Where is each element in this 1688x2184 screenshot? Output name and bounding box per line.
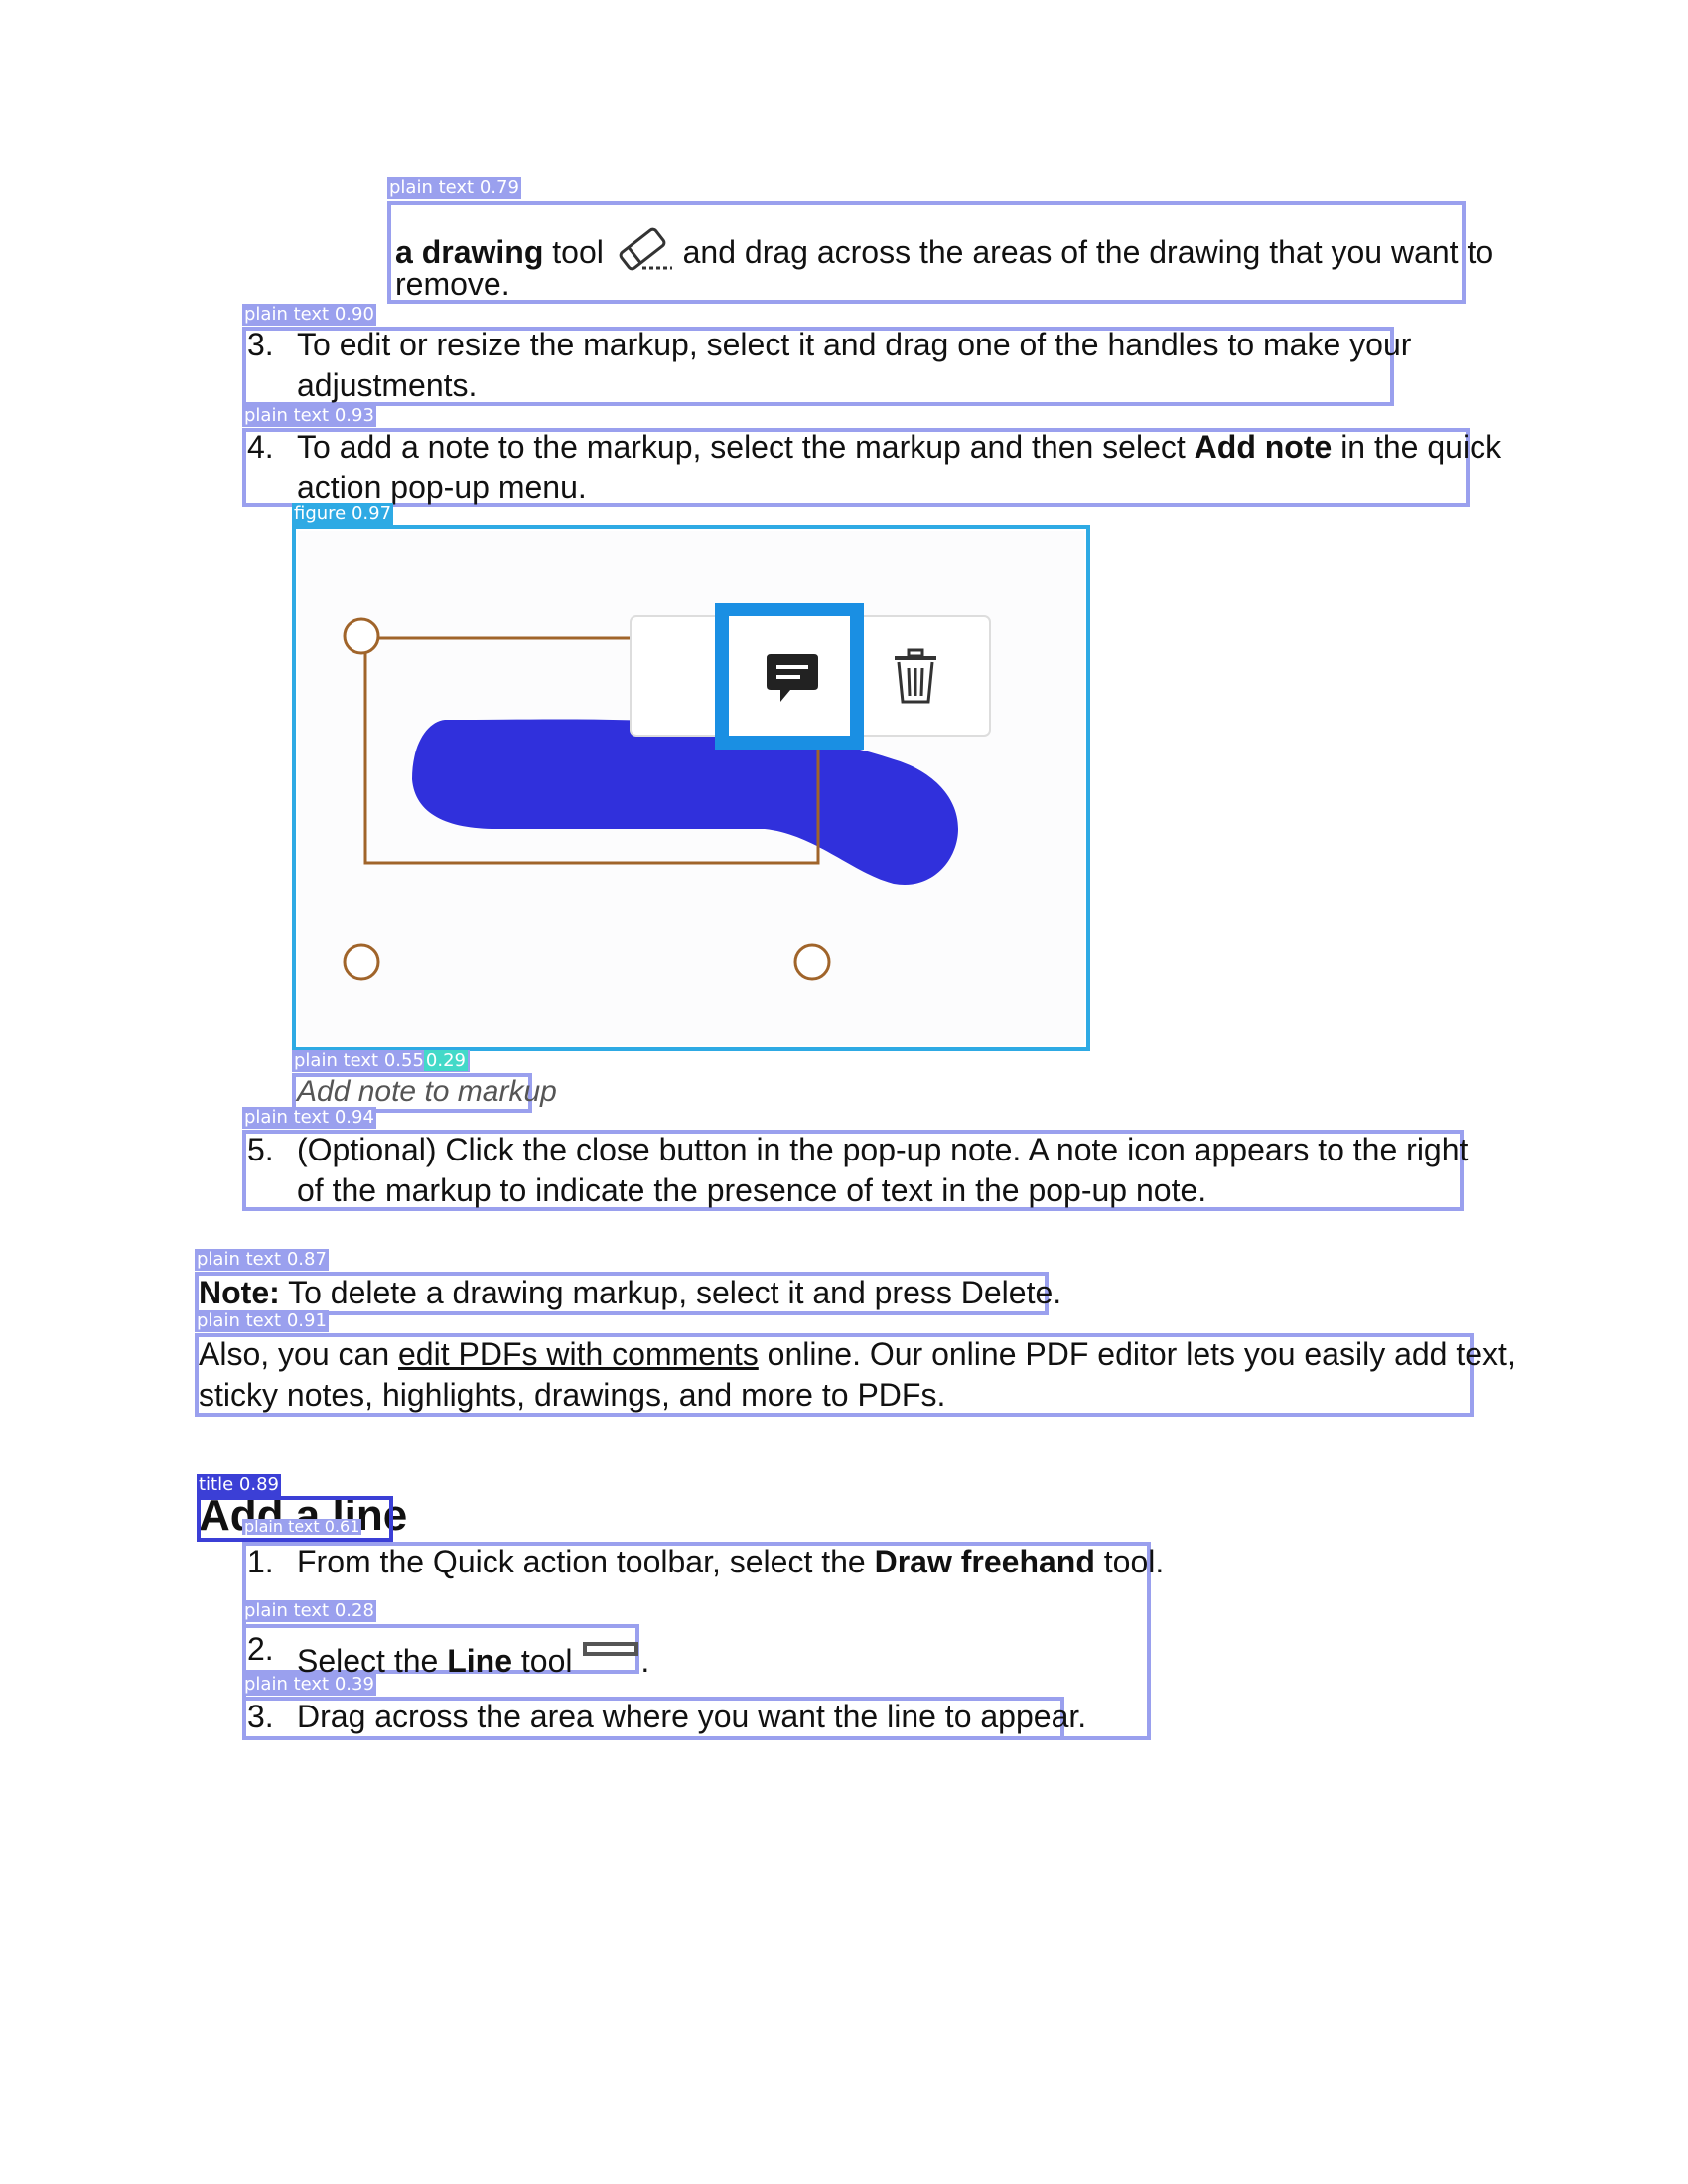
- edit-pdfs-link[interactable]: edit PDFs with comments: [398, 1336, 759, 1372]
- note-text: To delete a drawing markup, select it an…: [279, 1275, 1062, 1310]
- step-5-line2: of the markup to indicate the presence o…: [297, 1172, 1207, 1208]
- step-4-post: in the quick: [1332, 429, 1502, 465]
- also-line2: sticky notes, highlights, drawings, and …: [199, 1377, 946, 1413]
- step-4-line1: To add a note to the markup, select the …: [297, 427, 1501, 468]
- drawing-tool-pre: tool: [543, 234, 604, 270]
- markup-figure: [298, 531, 1084, 1045]
- step-number: 3.: [247, 1699, 274, 1734]
- detection-label: plain text 0.94: [242, 1107, 376, 1129]
- resize-handle: [793, 943, 831, 981]
- step-5-line1: (Optional) Click the close button in the…: [297, 1132, 1469, 1167]
- also-line1: Also, you can edit PDFs with comments on…: [199, 1334, 1516, 1375]
- step-number: 3.: [247, 327, 274, 362]
- detection-label: plain text 0.61: [242, 1517, 362, 1536]
- detection-label: plain text 0.28: [242, 1600, 376, 1622]
- detection-label: plain text 0.90: [242, 304, 376, 326]
- step-3-line2: adjustments.: [297, 367, 478, 403]
- detection-label-extra: 0.29: [423, 1050, 468, 1071]
- drawing-tool-line2: remove.: [395, 266, 510, 302]
- step-4-pre: To add a note to the markup, select the …: [297, 429, 1195, 465]
- draw-freehand-bold: Draw freehand: [874, 1544, 1095, 1579]
- step-4-line2: action pop-up menu.: [297, 470, 587, 505]
- add-note-bold: Add note: [1194, 429, 1333, 465]
- detection-label: plain text 0.91: [195, 1310, 329, 1332]
- resize-handle: [343, 617, 380, 655]
- also-post: online. Our online PDF editor lets you e…: [758, 1336, 1516, 1372]
- comment-icon[interactable]: [765, 648, 820, 708]
- step-number: 2.: [247, 1631, 274, 1667]
- line-step-1: From the Quick action toolbar, select th…: [297, 1542, 1164, 1582]
- drawing-tool-line: a drawing tool and drag across the areas…: [395, 223, 1493, 273]
- line-bold: Line: [447, 1643, 512, 1679]
- line-step-3: Drag across the area where you want the …: [297, 1699, 1087, 1734]
- detection-label: plain text 0.55 0.29: [292, 1050, 470, 1072]
- step-3-line1: To edit or resize the markup, select it …: [297, 327, 1412, 362]
- line-step-2-tail: .: [640, 1643, 650, 1679]
- detection-label-main: plain text 0.55: [294, 1050, 424, 1071]
- detection-label: plain text 0.39: [242, 1674, 376, 1696]
- step-number: 1.: [247, 1544, 274, 1579]
- resize-handle: [343, 943, 380, 981]
- trash-icon[interactable]: [891, 648, 940, 706]
- drawing-tool-post: and drag across the areas of the drawing…: [673, 234, 1494, 270]
- line-step-1-post: tool.: [1094, 1544, 1165, 1579]
- figure-caption: Add note to markup: [297, 1075, 557, 1108]
- line-tool-icon: [581, 1629, 640, 1659]
- line-step-1-pre: From the Quick action toolbar, select th…: [297, 1544, 875, 1579]
- step-number: 5.: [247, 1132, 274, 1167]
- step-number: 4.: [247, 429, 274, 465]
- detection-label: plain text 0.93: [242, 405, 376, 427]
- note-line: Note: To delete a drawing markup, select…: [199, 1273, 1061, 1313]
- detection-label: plain text 0.87: [195, 1249, 329, 1271]
- detection-label: figure 0.97: [292, 503, 394, 525]
- also-pre: Also, you can: [199, 1336, 398, 1372]
- line-step-2-post: tool: [511, 1643, 573, 1679]
- eraser-icon: [613, 223, 674, 273]
- note-label: Note:: [199, 1275, 280, 1310]
- detection-label: plain text 0.79: [387, 177, 521, 199]
